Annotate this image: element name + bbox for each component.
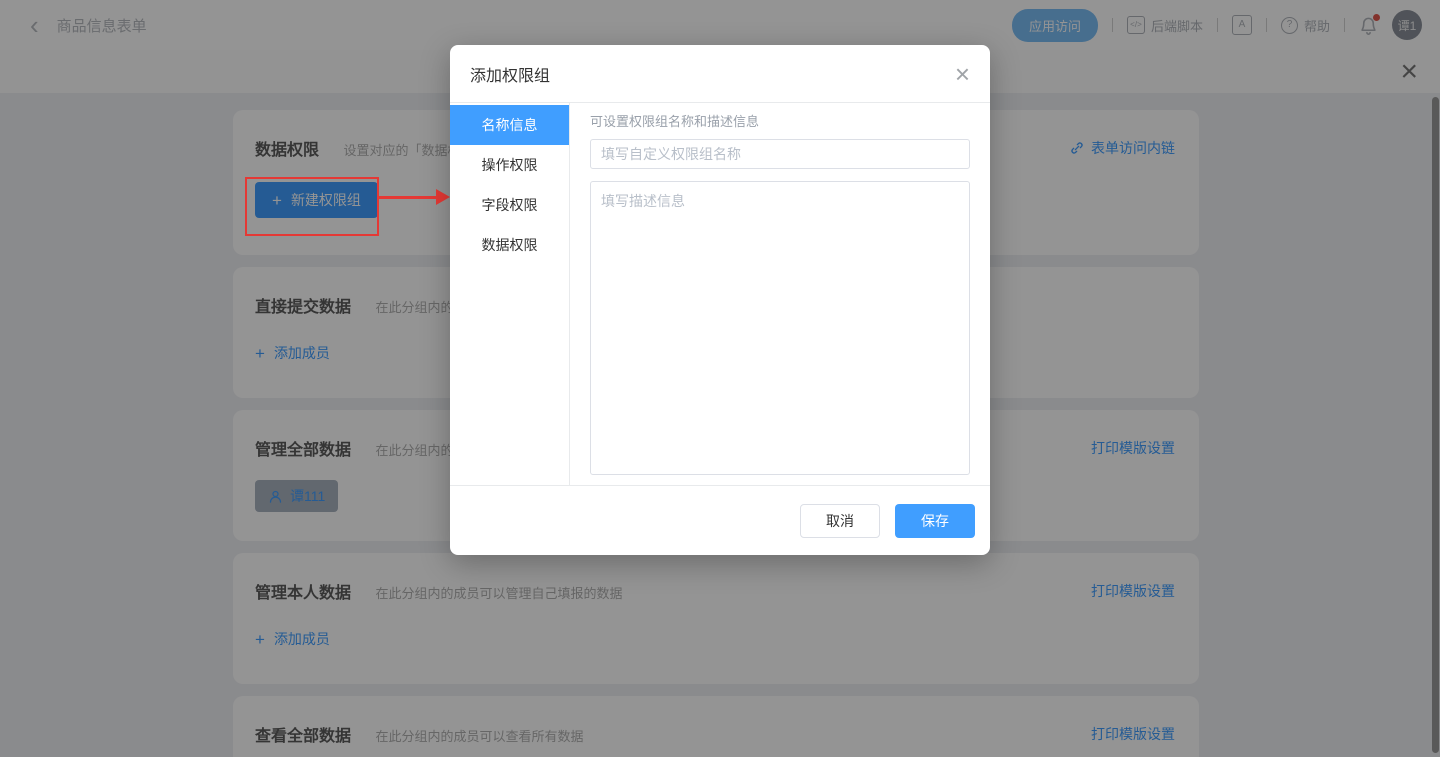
add-permission-group-modal: 添加权限组 × 名称信息 操作权限 字段权限 数据权限 可设置权限组名称和描述信… (450, 45, 990, 555)
cancel-button[interactable]: 取消 (800, 504, 880, 538)
modal-header: 添加权限组 × (450, 45, 990, 103)
modal-footer: 取消 保存 (450, 485, 990, 555)
app-root: ‹ 商品信息表单 应用访问 </> 后端脚本 A ? 帮助 谭1 (0, 0, 1440, 757)
modal-title: 添加权限组 (470, 62, 550, 86)
annotation-arrow-head (436, 189, 450, 205)
group-name-input[interactable] (590, 139, 970, 169)
modal-tab-list: 名称信息 操作权限 字段权限 数据权限 (450, 103, 570, 485)
tab-field-permission[interactable]: 字段权限 (450, 185, 569, 225)
annotation-highlight-box (245, 177, 379, 236)
save-button[interactable]: 保存 (895, 504, 975, 538)
annotation-arrow-shaft (377, 196, 437, 199)
tab-operation-permission[interactable]: 操作权限 (450, 145, 569, 185)
modal-body: 可设置权限组名称和描述信息 (590, 111, 970, 480)
tab-data-permission[interactable]: 数据权限 (450, 225, 569, 265)
tab-name-info[interactable]: 名称信息 (450, 105, 569, 145)
modal-hint-text: 可设置权限组名称和描述信息 (590, 111, 970, 130)
modal-close-icon[interactable]: × (955, 61, 970, 87)
group-desc-textarea[interactable] (590, 181, 970, 475)
